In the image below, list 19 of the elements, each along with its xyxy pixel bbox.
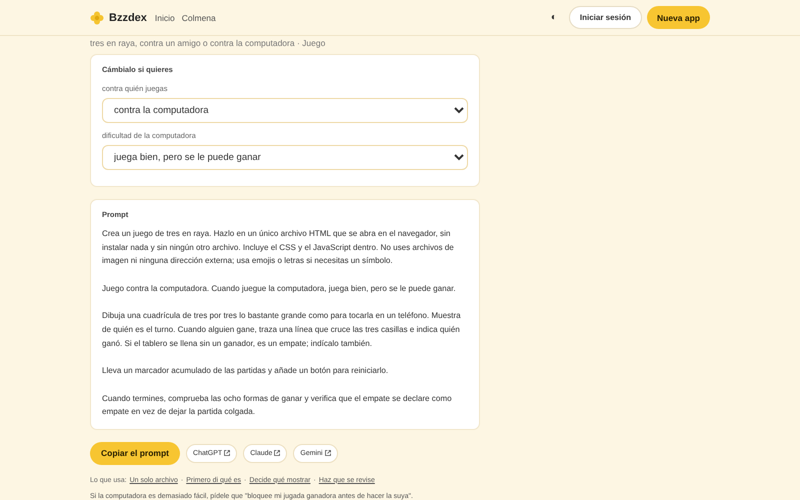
prompt-paragraph: Crea un juego de tres en raya. Hazlo en un único archivo HTML que se abra en el navegador, sin instalar nada y sin ningún otro archivo. Incluye el CSS y el JavaScript dentro. No uses archivos de imagen ni ninguna dirección externa; usa emojis o letras si necesitas un símbolo.	[102, 228, 455, 268]
prompt-paragraph: Cuando termines, comprueba las ocho formas de ganar y verifica que el empate se declare como empate en vez de dejar la partida colgada.	[102, 392, 453, 418]
dropdown[interactable]: contra la computadora	[102, 98, 468, 123]
prompt-paragraph: Lleva un marcador acumulado de las partidas y añade un botón para reiniciarlo.	[102, 365, 390, 378]
external-link-icon	[224, 450, 230, 456]
prompt-paragraph: Juego contra la computadora. Cuando juegue la computadora, juega bien, pero se le puede ganar.	[102, 282, 457, 295]
nav-link[interactable]: Inicio	[154, 12, 175, 22]
brand-name[interactable]: Bzzdex	[109, 12, 147, 24]
login-button[interactable]: Iniciar sesión	[568, 6, 642, 29]
prompt-paragraph: Dibuja una cuadrícula de tres por tres lo bastante grande como para tocarla en un teléfono. Muestra de quién es el turno. Cuando alguien gane, traza una línea que cruce las tres casillas e indica quién ganó. Si el tablero se llena sin un ganador, es un empate; indícalo también.	[102, 310, 462, 350]
new-app-button[interactable]: Nueva app	[647, 6, 710, 29]
external-link-icon	[324, 450, 331, 456]
theme-toggle[interactable]: ◐	[550, 12, 557, 23]
subtitle: tres en raya, contra un amigo o contra la computadora · Juego	[90, 38, 326, 48]
flower-icon	[90, 10, 104, 24]
nav-link[interactable]: Colmena	[182, 12, 216, 22]
dropdown[interactable]: juega bien, pero se le puede ganar	[102, 145, 468, 170]
external-link-icon	[274, 450, 280, 456]
copy-button[interactable]: Copiar el prompt	[90, 442, 180, 465]
